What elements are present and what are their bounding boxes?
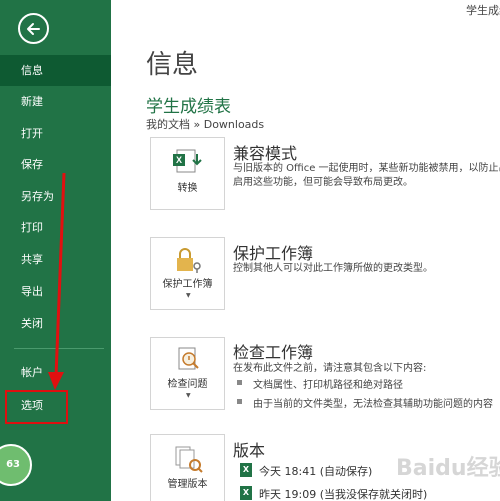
inspect-desc: 在发布此文件之前，请注意其包含以下内容:	[233, 363, 427, 374]
versions-title: 版本	[233, 441, 266, 460]
page-title: 信息	[146, 50, 199, 80]
document-name: 学生成绩表	[146, 97, 231, 117]
excel-convert-icon: X	[173, 149, 202, 173]
nav-export[interactable]: 导出	[0, 276, 111, 307]
svg-text:X: X	[176, 155, 182, 165]
nav-close[interactable]: 关闭	[0, 308, 111, 339]
nav-info[interactable]: 信息	[0, 55, 111, 86]
excel-file-icon: X	[240, 463, 252, 477]
bullet-marker	[237, 380, 242, 385]
back-button[interactable]	[18, 13, 49, 44]
check-issues-button[interactable]: 检查问题 ▼	[150, 337, 225, 410]
manage-versions-icon	[175, 446, 203, 473]
protect-workbook-label: 保护工作簿	[162, 279, 213, 290]
protect-workbook-button[interactable]: 保护工作簿 ▼	[150, 237, 225, 310]
watermark: Baidu经验	[396, 456, 500, 481]
protect-desc: 控制其他人可以对此工作簿所做的更改类型。	[233, 263, 433, 274]
nav-divider	[14, 348, 104, 349]
dropdown-caret-icon: ▼	[186, 392, 191, 399]
version-item-2[interactable]: 昨天 19:09 (当我没保存就关闭时)	[259, 486, 427, 501]
nav-save[interactable]: 保存	[0, 149, 111, 180]
inspect-title: 检查工作簿	[233, 343, 314, 362]
inspect-bullet-2: 由于当前的文件类型，无法检查其辅助功能问题的内容	[253, 399, 493, 410]
nav-share[interactable]: 共享	[0, 244, 111, 275]
convert-button[interactable]: X 转换	[150, 137, 225, 210]
breadcrumb: 我的文档 » Downloads	[146, 118, 265, 131]
convert-button-label: 转换	[177, 183, 198, 194]
check-issues-label: 检查问题	[167, 379, 208, 390]
manage-versions-label: 管理版本	[167, 479, 208, 490]
options-highlight-box	[5, 390, 68, 424]
dropdown-caret-icon: ▼	[186, 292, 191, 299]
compat-desc-line-2: 启用这些功能，但可能会导致布局更改。	[233, 177, 413, 188]
nav-print[interactable]: 打印	[0, 212, 111, 243]
bullet-marker	[237, 399, 242, 404]
compat-desc-line-1: 与旧版本的 Office 一起使用时，某些新功能被禁用，以防止出	[233, 163, 500, 174]
back-arrow-icon	[27, 23, 40, 35]
nav-save-as[interactable]: 另存为	[0, 181, 111, 212]
nav-new[interactable]: 新建	[0, 86, 111, 117]
compat-title: 兼容模式	[233, 144, 298, 163]
version-item-1[interactable]: 今天 18:41 (自动保存)	[259, 463, 372, 479]
manage-versions-button[interactable]: 管理版本	[150, 434, 225, 501]
score-badge: 63	[0, 444, 32, 486]
lock-key-icon	[177, 248, 201, 273]
nav-open[interactable]: 打开	[0, 118, 111, 149]
inspect-document-icon	[178, 347, 199, 370]
window-title: 学生成绩	[466, 4, 500, 17]
protect-title: 保护工作簿	[233, 244, 314, 263]
backstage-sidebar: 信息 新建 打开 保存 另存为 打印 共享 导出 关闭 帐户 选项 63	[0, 0, 111, 501]
nav-account[interactable]: 帐户	[0, 357, 111, 388]
excel-file-icon: X	[240, 486, 252, 500]
inspect-bullet-1: 文档属性、打印机路径和绝对路径	[253, 380, 403, 391]
